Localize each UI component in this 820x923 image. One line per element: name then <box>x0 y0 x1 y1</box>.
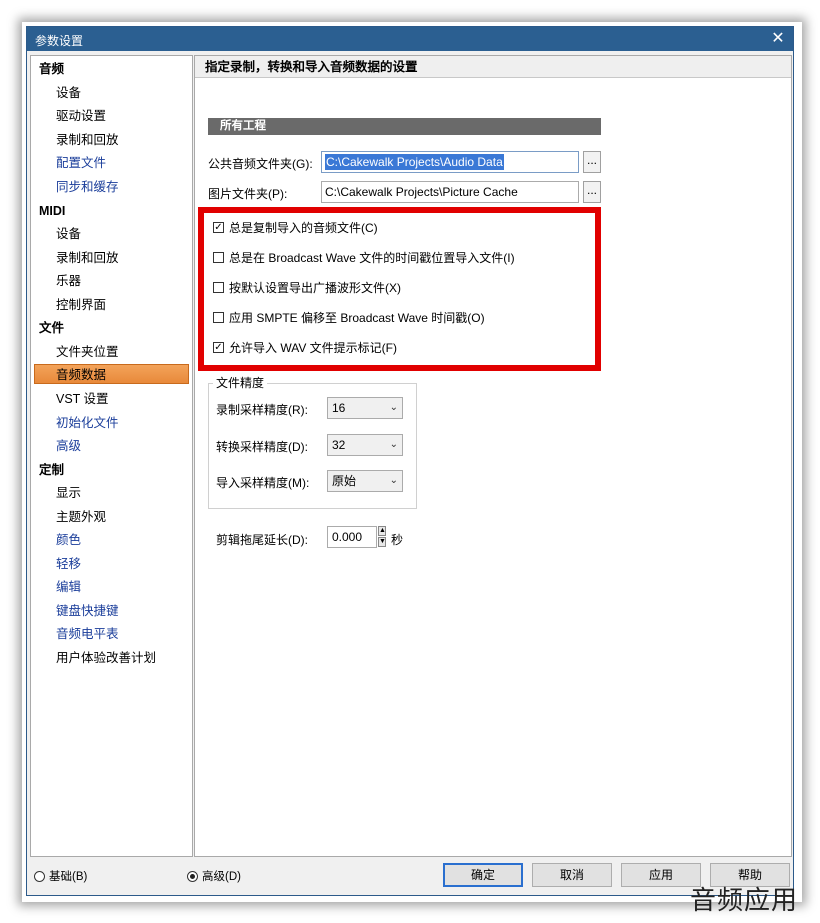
title-bar[interactable]: 参数设置 ✕ <box>27 27 793 51</box>
tree-item-control-surfaces[interactable]: 控制界面 <box>31 295 192 315</box>
checkbox-export-broadcast-box[interactable] <box>213 282 224 293</box>
shared-audio-folder-label: 公共音频文件夹(G): <box>208 157 313 171</box>
import-bit-depth-select[interactable]: 原始 ⌄ <box>327 470 403 492</box>
radio-advanced-label: 高级(D) <box>202 871 241 883</box>
clip-tail-input[interactable]: 0.000 <box>327 526 377 548</box>
record-bit-depth-select[interactable]: 16 ⌄ <box>327 397 403 419</box>
window-title: 参数设置 <box>35 34 84 48</box>
checkbox-broadcast-wave-label: 总是在 Broadcast Wave 文件的时间戳位置导入文件(I) <box>229 251 515 265</box>
import-bit-depth-label: 导入采样精度(M): <box>216 476 310 490</box>
checkbox-wav-cue-label: 允许导入 WAV 文件提示标记(F) <box>229 341 397 355</box>
tree-item-display[interactable]: 显示 <box>31 483 192 503</box>
settings-panel: 指定录制，转换和导入音频数据的设置 所有工程 公共音频文件夹(G): C:\Ca… <box>194 55 792 857</box>
tree-item-midi-playback[interactable]: 录制和回放 <box>31 248 192 268</box>
tree-item-init-files[interactable]: 初始化文件 <box>31 413 192 433</box>
close-icon[interactable]: ✕ <box>763 27 793 51</box>
chevron-down-icon: ⌄ <box>389 402 398 413</box>
shared-audio-browse-button[interactable]: ... <box>583 151 601 173</box>
tree-category-midi[interactable]: MIDI <box>31 201 192 221</box>
shared-audio-folder-value: C:\Cakewalk Projects\Audio Data <box>325 154 504 170</box>
chevron-down-icon: ⌄ <box>389 475 398 486</box>
spin-down-icon[interactable]: ▼ <box>378 537 386 547</box>
radio-basic-circle[interactable] <box>34 871 45 882</box>
tree-category-customize[interactable]: 定制 <box>31 460 192 480</box>
tree-category-file[interactable]: 文件 <box>31 318 192 338</box>
convert-bit-depth-value: 32 <box>332 438 346 452</box>
tree-item-editing[interactable]: 编辑 <box>31 577 192 597</box>
ok-button[interactable]: 确定 <box>443 863 523 887</box>
tree-item-audio-devices[interactable]: 设备 <box>31 83 192 103</box>
tree-item-audio-meters[interactable]: 音频电平表 <box>31 624 192 644</box>
checkbox-smpte-label: 应用 SMPTE 偏移至 Broadcast Wave 时间戳(O) <box>229 311 485 325</box>
shared-audio-folder-input[interactable]: C:\Cakewalk Projects\Audio Data <box>321 151 579 173</box>
convert-bit-depth-select[interactable]: 32 ⌄ <box>327 434 403 456</box>
record-bit-depth-value: 16 <box>332 401 346 415</box>
checkbox-always-copy-box[interactable]: ✓ <box>213 222 224 233</box>
picture-browse-button[interactable]: ... <box>583 181 601 203</box>
radio-advanced-circle[interactable] <box>187 871 198 882</box>
file-precision-title: 文件精度 <box>213 374 268 391</box>
section-all-projects: 所有工程 <box>208 118 601 135</box>
tree-item-vst-settings[interactable]: VST 设置 <box>31 389 192 409</box>
tree-item-themes[interactable]: 主题外观 <box>31 507 192 527</box>
tree-item-folder-locations[interactable]: 文件夹位置 <box>31 342 192 362</box>
checkbox-always-copy-label: 总是复制导入的音频文件(C) <box>229 221 378 235</box>
tree-category-audio[interactable]: 音频 <box>31 59 192 79</box>
category-tree: 音频 设备 驱动设置 录制和回放 配置文件 同步和缓存 MIDI 设备 录制和回… <box>30 55 193 857</box>
tree-item-colors[interactable]: 颜色 <box>31 530 192 550</box>
panel-header: 指定录制，转换和导入音频数据的设置 <box>195 56 791 78</box>
tree-item-instruments[interactable]: 乐器 <box>31 271 192 291</box>
spin-up-icon[interactable]: ▲ <box>378 526 386 536</box>
picture-folder-input[interactable]: C:\Cakewalk Projects\Picture Cache <box>321 181 579 203</box>
tree-item-midi-devices[interactable]: 设备 <box>31 224 192 244</box>
tree-item-audio-playback[interactable]: 录制和回放 <box>31 130 192 150</box>
apply-button[interactable]: 应用 <box>621 863 701 887</box>
cancel-button[interactable]: 取消 <box>532 863 612 887</box>
preferences-dialog: 参数设置 ✕ 音频 设备 驱动设置 录制和回放 配置文件 同步和缓存 MIDI … <box>26 26 794 896</box>
convert-bit-depth-label: 转换采样精度(D): <box>216 440 308 454</box>
tree-item-ux-program[interactable]: 用户体验改善计划 <box>31 648 192 668</box>
checkbox-wav-cue-box[interactable]: ✓ <box>213 342 224 353</box>
tree-item-driver-settings[interactable]: 驱动设置 <box>31 106 192 126</box>
tree-item-advanced[interactable]: 高级 <box>31 436 192 456</box>
clip-tail-unit: 秒 <box>391 533 404 547</box>
checkbox-broadcast-wave-box[interactable] <box>213 252 224 263</box>
record-bit-depth-label: 录制采样精度(R): <box>216 403 308 417</box>
import-bit-depth-value: 原始 <box>332 474 357 488</box>
clip-tail-label: 剪辑拖尾延长(D): <box>216 533 308 547</box>
checkbox-export-broadcast-label: 按默认设置导出广播波形文件(X) <box>229 281 401 295</box>
tree-item-audio-data[interactable]: 音频数据 <box>34 364 189 384</box>
tree-item-keyboard-shortcuts[interactable]: 键盘快捷键 <box>31 601 192 621</box>
chevron-down-icon: ⌄ <box>389 439 398 450</box>
tree-item-config-file[interactable]: 配置文件 <box>31 153 192 173</box>
tree-item-nudge[interactable]: 轻移 <box>31 554 192 574</box>
checkbox-smpte-box[interactable] <box>213 312 224 323</box>
picture-folder-label: 图片文件夹(P): <box>208 187 288 201</box>
watermark-text: 音频应用 <box>690 886 799 916</box>
tree-item-sync-cache[interactable]: 同步和缓存 <box>31 177 192 197</box>
radio-basic-label: 基础(B) <box>49 871 88 883</box>
